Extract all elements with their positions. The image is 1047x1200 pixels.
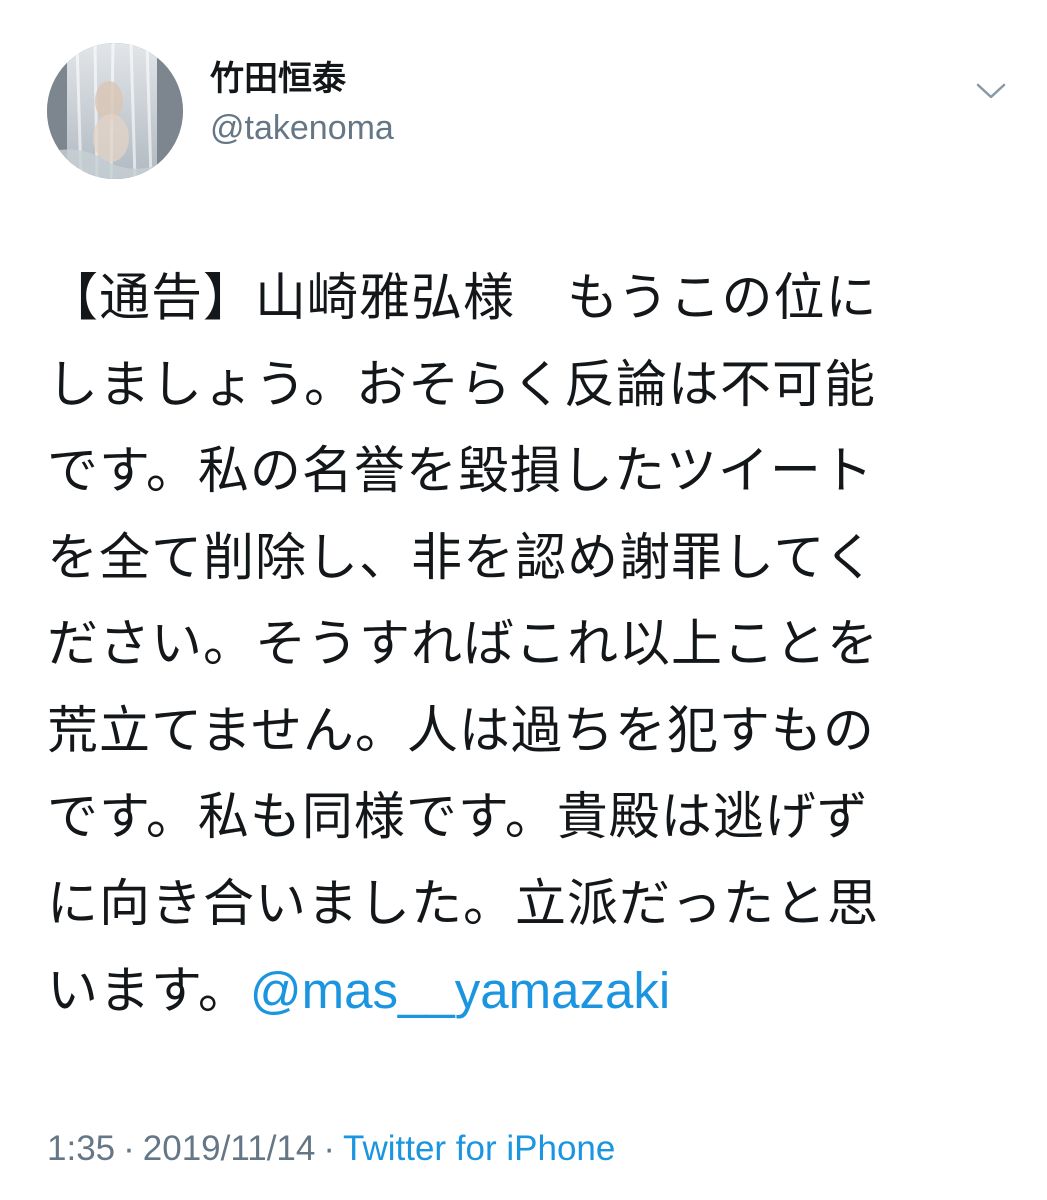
- tweet-source-link[interactable]: Twitter for iPhone: [343, 1129, 615, 1168]
- display-name[interactable]: 竹田恒泰: [210, 59, 346, 99]
- avatar-image: [47, 43, 183, 179]
- tweet-meta: 1:35 · 2019/11/14 · Twitter for iPhone: [47, 1127, 615, 1171]
- avatar[interactable]: [47, 43, 183, 179]
- tweet-text-line: を全て削除し、非を認め謝罪してく: [47, 528, 876, 588]
- tweet-text-line: に向き合いました。立派だったと思: [47, 874, 880, 934]
- tweet-text-line: 荒立てません。人は過ちを犯すもの: [47, 701, 875, 761]
- tweet-text-line: です。私の名誉を毀損したツイート: [47, 442, 874, 501]
- tweet-header: 竹田恒泰 @takenoma: [47, 43, 1007, 183]
- mention-link[interactable]: @mas__yamazaki: [250, 962, 670, 1019]
- tweet-time: 1:35: [47, 1129, 116, 1168]
- tweet-text-line: です。私も同様です。貴殿は逃げず: [47, 788, 869, 847]
- tweet-text: 【通告】山崎雅弘様 もうこの位に しましょう。おそらく反論は不可能 です。私の名…: [47, 256, 987, 1035]
- tweet-text-line: 【通告】山崎雅弘様 もうこの位に: [47, 269, 878, 328]
- tweet-text-line: しましょう。おそらく反論は不可能: [47, 355, 876, 415]
- tweet-date[interactable]: 2019/11/14: [143, 1129, 316, 1168]
- meta-separator: ·: [123, 1129, 135, 1168]
- meta-separator: ·: [323, 1129, 336, 1168]
- tweet-text-last-line: います。@mas__yamazaki: [47, 948, 987, 1035]
- tweet-card: 竹田恒泰 @takenoma 【通告】山崎雅弘様 もうこの位に しましょう。おそ…: [0, 0, 1047, 1200]
- user-handle[interactable]: @takenoma: [210, 108, 394, 148]
- tweet-text-fragment: います。: [47, 962, 250, 1021]
- chevron-down-icon[interactable]: [974, 77, 1008, 103]
- tweet-text-line: ださい。そうすればこれ以上ことを: [47, 615, 880, 674]
